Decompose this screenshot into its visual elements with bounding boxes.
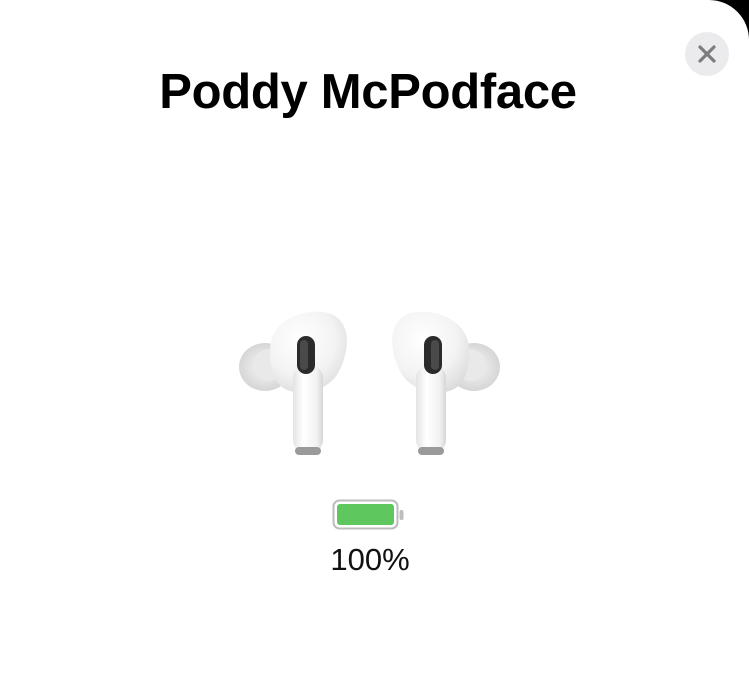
right-earbud [392, 311, 500, 455]
battery-indicator [0, 495, 740, 535]
device-name-title: Poddy McPodface [159, 65, 577, 119]
battery-fill [337, 504, 394, 525]
battery-icon [332, 499, 404, 530]
airpods-pro-icon [239, 311, 500, 455]
airpods-popup-sheet: Poddy McPodface 100% [0, 0, 749, 700]
close-icon [698, 45, 716, 63]
left-earbud [239, 311, 347, 455]
close-button[interactable] [685, 32, 729, 76]
battery-percent-label: 100% [330, 542, 410, 577]
